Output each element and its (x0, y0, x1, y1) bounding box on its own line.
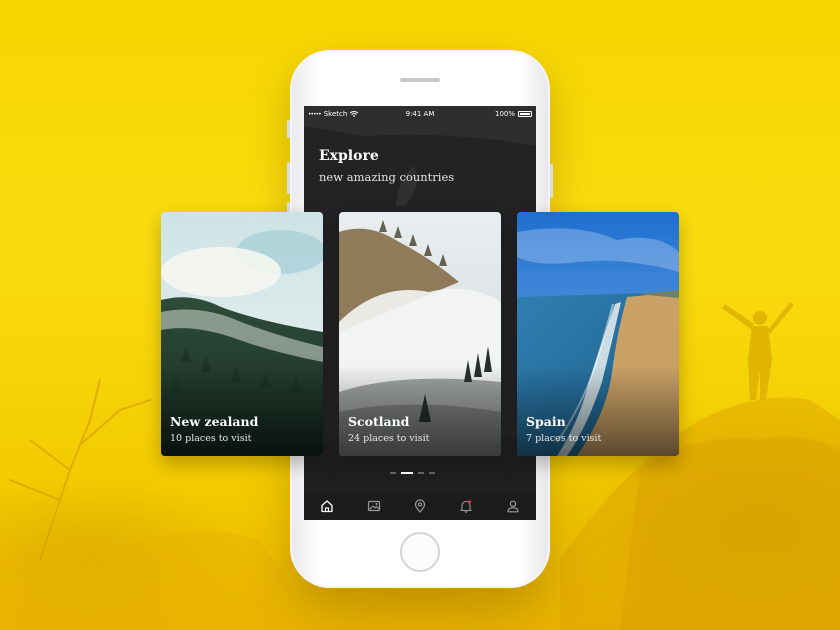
tab-notifications[interactable] (455, 495, 477, 517)
country-card-new-zealand[interactable]: New zealand 10 places to visit (161, 212, 323, 456)
card-title: Spain (526, 414, 566, 429)
home-button[interactable] (400, 532, 440, 572)
tab-gallery[interactable] (363, 495, 385, 517)
card-place-count: 10 places to visit (170, 433, 252, 444)
notification-badge (468, 500, 472, 504)
battery-icon (518, 111, 532, 117)
volume-up-button (287, 162, 290, 194)
earpiece-speaker (400, 78, 440, 82)
page-title: Explore (319, 148, 379, 164)
card-title: New zealand (170, 414, 259, 429)
pager-dot[interactable] (429, 472, 435, 474)
carousel-pager[interactable] (390, 472, 435, 474)
location-pin-icon (414, 499, 426, 513)
profile-icon (507, 500, 519, 513)
home-icon (321, 500, 333, 513)
pager-dot[interactable] (390, 472, 396, 474)
tab-home[interactable] (316, 495, 338, 517)
person-silhouette (722, 302, 794, 400)
page-subtitle: new amazing countries (319, 170, 455, 184)
gallery-icon (367, 500, 380, 512)
country-card-scotland[interactable]: Scotland 24 places to visit (339, 212, 501, 456)
country-card-spain[interactable]: Spain 7 places to visit (517, 212, 679, 456)
card-title: Scotland (348, 414, 410, 429)
status-bar: ••••• Sketch 9:41 AM 100% (304, 106, 536, 122)
pager-dot[interactable] (418, 472, 424, 474)
card-place-count: 24 places to visit (348, 433, 430, 444)
silent-switch (287, 120, 290, 138)
notification-bell-icon (460, 500, 472, 513)
tab-bar (304, 492, 536, 520)
tab-profile[interactable] (502, 495, 524, 517)
status-time: 9:41 AM (405, 110, 435, 118)
card-place-count: 7 places to visit (526, 433, 602, 444)
pager-dot-active[interactable] (401, 472, 413, 474)
power-button (550, 164, 553, 198)
tab-location[interactable] (409, 495, 431, 517)
